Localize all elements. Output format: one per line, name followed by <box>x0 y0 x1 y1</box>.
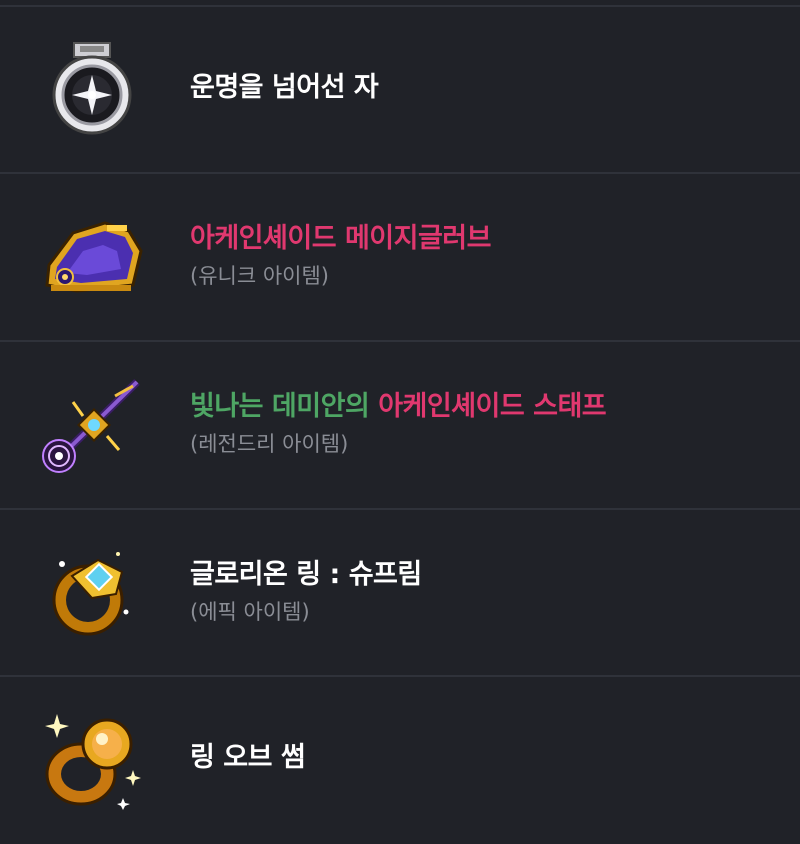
list-item-arcane-staff[interactable]: 빛나는 데미안의 아케인셰이드 스태프 (레전드리 아이템) <box>0 342 800 508</box>
item-name: 빛나는 데미안의 아케인셰이드 스태프 <box>190 390 607 424</box>
destiny-medal-icon <box>36 33 148 145</box>
glorion-ring-icon <box>36 536 148 648</box>
item-grade: (유니크 아이템) <box>190 264 329 288</box>
item-name: 아케인셰이드 메이지글러브 <box>190 223 491 254</box>
arcane-staff-icon <box>36 370 148 482</box>
item-list: 운명을 넘어선 자 아케인셰이드 메이지글러브 (유니크 아이템) 빛나는 데미… <box>0 0 800 844</box>
arcane-glove-icon <box>36 200 148 312</box>
list-item-glorion-ring[interactable]: 글로리온 링 : 슈프림 (에픽 아이템) <box>0 510 800 675</box>
item-name-prefix: 빛나는 데미안의 <box>190 391 370 422</box>
list-item-arcane-glove[interactable]: 아케인셰이드 메이지글러브 (유니크 아이템) <box>0 174 800 340</box>
item-name: 운명을 넘어선 자 <box>190 72 379 103</box>
item-grade: (레전드리 아이템) <box>190 432 349 456</box>
item-grade: (에픽 아이템) <box>190 600 310 624</box>
list-item-destiny-medal[interactable]: 운명을 넘어선 자 <box>0 7 800 172</box>
ring-of-some-icon <box>36 703 148 815</box>
item-name: 링 오브 썸 <box>190 742 306 773</box>
item-name-main: 아케인셰이드 스태프 <box>378 391 607 422</box>
list-item-ring-of-some[interactable]: 링 오브 썸 <box>0 677 800 844</box>
item-name: 글로리온 링 : 슈프림 <box>190 559 422 590</box>
